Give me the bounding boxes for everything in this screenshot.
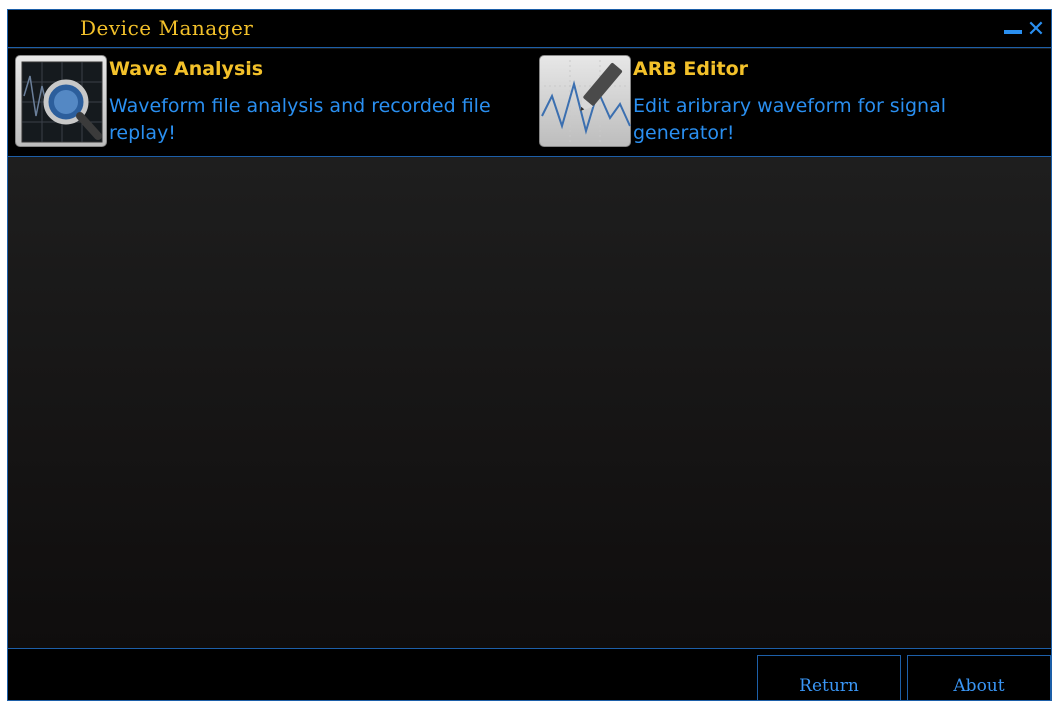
title-bar[interactable]: Device Manager ✕ [8,10,1051,48]
close-icon: ✕ [1026,17,1046,42]
minimize-button[interactable] [1001,19,1023,41]
arb-editor-icon [539,55,631,147]
app-desc-wave-analysis: Waveform file analysis and recorded file… [109,95,491,144]
window-title: Device Manager [80,16,254,40]
close-button[interactable]: ✕ [1025,19,1047,41]
content-area [8,158,1051,648]
app-desc-arb-editor: Edit aribrary waveform for signal genera… [633,95,946,144]
footer-bar: Return About [8,648,1051,700]
wave-analysis-icon [15,55,107,147]
app-list: Wave Analysis Waveform file analysis and… [8,49,1051,157]
device-manager-window: Device Manager ✕ Wave Analysis Waveform … [7,9,1052,701]
app-title-wave-analysis: Wave Analysis [109,58,264,80]
minimize-icon [1004,30,1022,34]
app-title-arb-editor: ARB Editor [633,58,749,80]
return-button[interactable]: Return [757,655,901,700]
about-button[interactable]: About [907,655,1051,700]
app-tile-wave-analysis[interactable]: Wave Analysis Waveform file analysis and… [8,49,528,157]
app-tile-arb-editor[interactable]: ARB Editor Edit aribrary waveform for si… [532,49,1051,157]
